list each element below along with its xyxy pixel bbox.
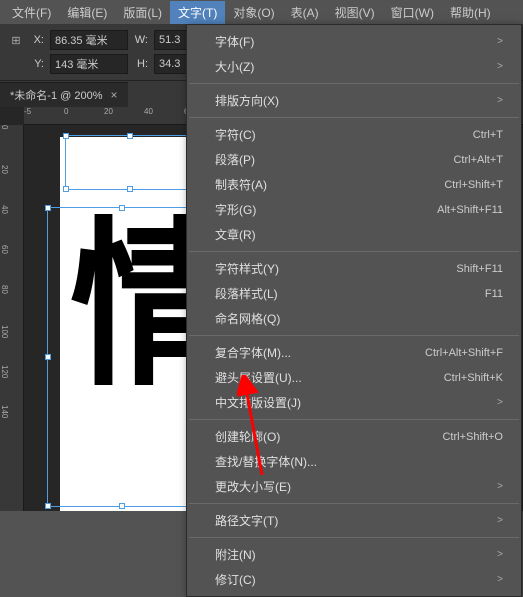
menu-item[interactable]: 字符样式(Y) Shift+F11: [187, 256, 521, 281]
menu-item[interactable]: 文章(R): [187, 222, 521, 247]
menu-item-label: 字符样式(Y): [215, 260, 279, 277]
menu-shortcut: Ctrl+T: [473, 129, 503, 141]
menu-item[interactable]: 更改大小写(E) >: [187, 474, 521, 499]
menu-item-label: 字体(F): [215, 33, 254, 50]
menu-视图[interactable]: 视图(V): [327, 1, 383, 24]
menu-item[interactable]: 大小(Z) >: [187, 54, 521, 79]
menu-item[interactable]: 避头尾设置(U)... Ctrl+Shift+K: [187, 365, 521, 390]
menu-item[interactable]: 排版方向(X) >: [187, 88, 521, 113]
menu-item[interactable]: 路径文字(T) >: [187, 508, 521, 533]
menu-shortcut: Ctrl+Alt+Shift+F: [425, 347, 503, 359]
menu-item[interactable]: 制表符(A) Ctrl+Shift+T: [187, 172, 521, 197]
menu-separator: [189, 251, 519, 252]
ruler-vertical[interactable]: 020406080100120140: [0, 125, 24, 511]
submenu-arrow-icon: >: [497, 397, 503, 408]
x-input[interactable]: [50, 30, 128, 50]
menu-separator: [189, 537, 519, 538]
menu-item[interactable]: 附注(N) >: [187, 542, 521, 567]
menu-item[interactable]: 字符(C) Ctrl+T: [187, 122, 521, 147]
menu-item[interactable]: 创建轮廓(O) Ctrl+Shift+O: [187, 424, 521, 449]
menubar: 文件(F)编辑(E)版面(L)文字(T)对象(O)表(A)视图(V)窗口(W)帮…: [0, 0, 523, 24]
menu-shortcut: Ctrl+Shift+O: [442, 431, 503, 443]
menu-item-label: 制表符(A): [215, 176, 267, 193]
type-menu-dropdown: 字体(F) > 大小(Z) > 排版方向(X) > 字符(C) Ctrl+T 段落(P) Ctrl…: [186, 24, 522, 597]
menu-item-label: 创建轮廓(O): [215, 428, 280, 445]
submenu-arrow-icon: >: [497, 549, 503, 560]
tab-title: *未命名-1 @ 200%: [10, 87, 102, 103]
menu-shortcut: Shift+F11: [456, 263, 503, 275]
submenu-arrow-icon: >: [497, 515, 503, 526]
menu-item-label: 避头尾设置(U)...: [215, 369, 302, 386]
menu-表[interactable]: 表(A): [283, 1, 327, 24]
menu-separator: [189, 83, 519, 84]
menu-item-label: 附注(N): [215, 546, 256, 563]
menu-item-label: 字符(C): [215, 126, 256, 143]
menu-separator: [189, 335, 519, 336]
menu-item[interactable]: 段落样式(L) F11: [187, 281, 521, 306]
submenu-arrow-icon: >: [497, 574, 503, 585]
menu-separator: [189, 419, 519, 420]
menu-item-label: 字形(G): [215, 201, 256, 218]
h-label: H:: [134, 58, 148, 70]
submenu-arrow-icon: >: [497, 481, 503, 492]
menu-文字[interactable]: 文字(T): [170, 1, 225, 24]
menu-item[interactable]: 中文排版设置(J) >: [187, 390, 521, 415]
menu-item[interactable]: 查找/替换字体(N)...: [187, 449, 521, 474]
menu-item-label: 段落样式(L): [215, 285, 278, 302]
selection-box-1[interactable]: [65, 135, 195, 190]
menu-item-label: 大小(Z): [215, 58, 254, 75]
menu-shortcut: Alt+Shift+F11: [437, 204, 503, 216]
menu-item[interactable]: 字形(G) Alt+Shift+F11: [187, 197, 521, 222]
menu-帮助[interactable]: 帮助(H): [442, 1, 499, 24]
menu-版面[interactable]: 版面(L): [115, 1, 170, 24]
menu-separator: [189, 503, 519, 504]
submenu-arrow-icon: >: [497, 95, 503, 106]
menu-编辑[interactable]: 编辑(E): [59, 1, 115, 24]
menu-item-label: 排版方向(X): [215, 92, 279, 109]
w-label: W:: [134, 34, 148, 46]
menu-shortcut: F11: [485, 288, 503, 300]
menu-item-label: 修订(C): [215, 571, 256, 588]
menu-item-label: 更改大小写(E): [215, 478, 291, 495]
x-label: X:: [30, 34, 44, 46]
y-input[interactable]: [50, 54, 128, 74]
menu-shortcut: Ctrl+Shift+T: [444, 179, 503, 191]
menu-item[interactable]: 字体(F) >: [187, 29, 521, 54]
menu-separator: [189, 117, 519, 118]
menu-item[interactable]: 命名网格(Q): [187, 306, 521, 331]
menu-文件[interactable]: 文件(F): [4, 1, 59, 24]
menu-item[interactable]: 修订(C) >: [187, 567, 521, 592]
menu-item-label: 段落(P): [215, 151, 255, 168]
menu-item-label: 路径文字(T): [215, 512, 278, 529]
menu-item-label: 命名网格(Q): [215, 310, 280, 327]
submenu-arrow-icon: >: [497, 61, 503, 72]
menu-对象[interactable]: 对象(O): [225, 1, 282, 24]
y-label: Y:: [30, 58, 44, 70]
menu-item[interactable]: 复合字体(M)... Ctrl+Alt+Shift+F: [187, 340, 521, 365]
menu-item-label: 复合字体(M)...: [215, 344, 291, 361]
document-tab[interactable]: *未命名-1 @ 200% ×: [0, 82, 128, 107]
menu-shortcut: Ctrl+Alt+T: [453, 154, 503, 166]
menu-item-label: 中文排版设置(J): [215, 394, 301, 411]
submenu-arrow-icon: >: [497, 36, 503, 47]
menu-item[interactable]: 段落(P) Ctrl+Alt+T: [187, 147, 521, 172]
menu-item-label: 查找/替换字体(N)...: [215, 453, 317, 470]
reference-point-spacer: [8, 56, 24, 72]
menu-shortcut: Ctrl+Shift+K: [444, 372, 503, 384]
menu-item-label: 文章(R): [215, 226, 256, 243]
close-icon[interactable]: ×: [110, 88, 117, 102]
reference-point-icon[interactable]: ⊞: [8, 32, 24, 48]
menu-窗口[interactable]: 窗口(W): [383, 1, 442, 24]
